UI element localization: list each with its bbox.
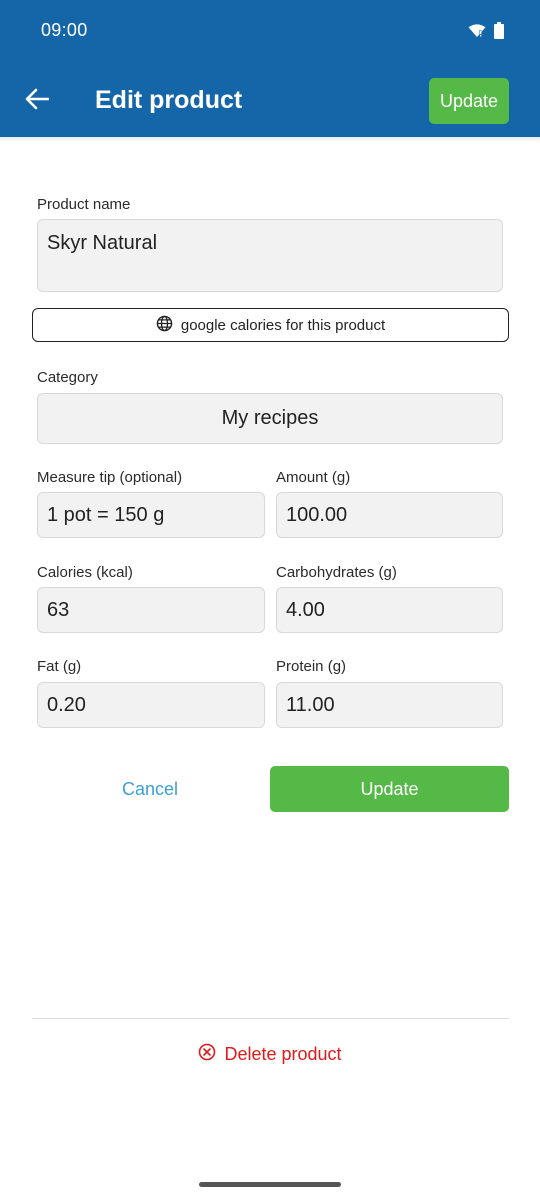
wifi-icon — [468, 23, 486, 43]
close-circle-icon — [198, 1043, 216, 1066]
category-select[interactable]: My recipes — [37, 393, 503, 444]
page-title: Edit product — [95, 86, 243, 114]
arrow-left-icon — [25, 88, 50, 115]
calories-input[interactable]: 63 — [37, 587, 265, 633]
navigation-handle[interactable] — [199, 1182, 341, 1187]
update-button[interactable]: Update — [270, 766, 509, 812]
measure-tip-input[interactable]: 1 pot = 150 g — [37, 492, 265, 538]
status-time: 09:00 — [41, 20, 88, 40]
carbohydrates-input[interactable]: 4.00 — [276, 587, 503, 633]
appbar-shadow — [0, 137, 540, 142]
fat-label: Fat (g) — [37, 658, 82, 675]
status-icons — [468, 22, 504, 44]
back-button[interactable] — [20, 84, 54, 118]
category-label: Category — [37, 369, 98, 386]
google-calories-label: google calories for this product — [180, 316, 386, 334]
battery-icon — [494, 22, 504, 44]
globe-icon — [156, 315, 173, 336]
amount-label: Amount (g) — [276, 469, 351, 486]
carbohydrates-label: Carbohydrates (g) — [276, 564, 397, 581]
measure-tip-label: Measure tip (optional) — [37, 469, 183, 486]
google-calories-button[interactable]: google calories for this product — [32, 308, 509, 342]
header-update-button[interactable]: Update — [429, 78, 509, 124]
cancel-button[interactable]: Cancel — [32, 766, 268, 812]
fat-input[interactable]: 0.20 — [37, 682, 265, 728]
protein-label: Protein (g) — [276, 658, 347, 675]
divider — [32, 1018, 509, 1019]
calories-label: Calories (kcal) — [37, 564, 133, 581]
product-name-label: Product name — [37, 196, 131, 213]
amount-input[interactable]: 100.00 — [276, 492, 503, 538]
product-name-input[interactable]: Skyr Natural — [37, 219, 503, 292]
protein-input[interactable]: 11.00 — [276, 682, 503, 728]
delete-product-button[interactable]: Delete product — [0, 1040, 540, 1068]
delete-product-label: Delete product — [224, 1043, 342, 1064]
app-bar: 09:00 Edit product Update — [0, 0, 540, 137]
